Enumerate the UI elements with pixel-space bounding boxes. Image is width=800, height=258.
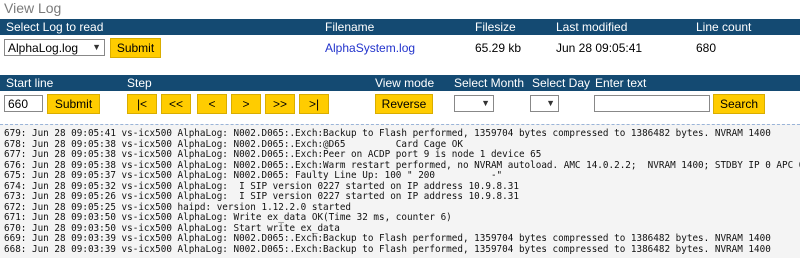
chevron-down-icon: ▼ bbox=[481, 98, 490, 108]
header-select-day: Select Day bbox=[532, 76, 591, 90]
month-select[interactable]: ▼ bbox=[454, 95, 494, 112]
log-line: 677: Jun 28 09:05:38 vs-icx500 AlphaLog:… bbox=[4, 149, 542, 160]
last-modified-value: Jun 28 09:05:41 bbox=[556, 41, 643, 55]
step-back-button[interactable]: < bbox=[197, 94, 227, 114]
file-table-row: AlphaLog.log ▼ Submit AlphaSystem.log 65… bbox=[0, 35, 800, 60]
line-count-value: 680 bbox=[696, 41, 717, 55]
log-line: 675: Jun 28 09:05:37 vs-icx500 AlphaLog:… bbox=[4, 170, 503, 181]
log-line-list: 679: Jun 28 09:05:41 vs-icx500 AlphaLog:… bbox=[0, 125, 800, 255]
header-view-mode: View mode bbox=[375, 76, 435, 90]
filesize-value: 65.29 kb bbox=[475, 41, 522, 55]
reverse-button[interactable]: Reverse bbox=[375, 94, 433, 114]
chevron-down-icon: ▼ bbox=[546, 98, 555, 108]
search-text-input[interactable] bbox=[594, 95, 710, 112]
step-first-button[interactable]: |< bbox=[127, 94, 157, 114]
log-output[interactable]: 679: Jun 28 09:05:41 vs-icx500 AlphaLog:… bbox=[0, 124, 800, 258]
page-title: View Log bbox=[4, 0, 62, 16]
log-line: 679: Jun 28 09:05:41 vs-icx500 AlphaLog:… bbox=[4, 128, 771, 139]
file-table-header: Select Log to read Filename Filesize Las… bbox=[0, 19, 800, 35]
header-select-month: Select Month bbox=[454, 76, 525, 90]
header-select-log: Select Log to read bbox=[6, 20, 104, 34]
log-select-value: AlphaLog.log bbox=[8, 41, 79, 55]
filename-link[interactable]: AlphaSystem.log bbox=[325, 41, 415, 55]
header-start-line: Start line bbox=[6, 76, 54, 90]
header-last-modified: Last modified bbox=[556, 20, 628, 34]
submit-start-line-button[interactable]: Submit bbox=[47, 94, 100, 114]
day-select[interactable]: ▼ bbox=[530, 95, 559, 112]
search-button[interactable]: Search bbox=[713, 94, 765, 114]
log-line: 673: Jun 28 09:05:26 vs-icx500 AlphaLog:… bbox=[4, 191, 519, 202]
header-step: Step bbox=[127, 76, 152, 90]
submit-log-button[interactable]: Submit bbox=[110, 38, 161, 58]
step-back-fast-button[interactable]: << bbox=[161, 94, 191, 114]
log-line: 671: Jun 28 09:03:50 vs-icx500 AlphaLog:… bbox=[4, 212, 452, 223]
header-filesize: Filesize bbox=[475, 20, 516, 34]
step-forward-fast-button[interactable]: >> bbox=[265, 94, 295, 114]
start-line-input[interactable]: 660 bbox=[4, 95, 43, 112]
header-enter-text: Enter text bbox=[595, 76, 647, 90]
header-line-count: Line count bbox=[696, 20, 752, 34]
step-forward-button[interactable]: > bbox=[231, 94, 261, 114]
chevron-down-icon: ▼ bbox=[92, 42, 101, 52]
log-select[interactable]: AlphaLog.log ▼ bbox=[4, 39, 105, 56]
log-line: 669: Jun 28 09:03:39 vs-icx500 AlphaLog:… bbox=[4, 233, 771, 244]
controls-row: 660 Submit |< << < > >> >| Reverse ▼ ▼ S… bbox=[0, 91, 800, 116]
header-filename: Filename bbox=[325, 20, 375, 34]
log-line: 668: Jun 28 09:03:39 vs-icx500 AlphaLog:… bbox=[4, 243, 771, 255]
controls-header: Start line Step View mode Select Month S… bbox=[0, 75, 800, 91]
step-last-button[interactable]: >| bbox=[299, 94, 329, 114]
